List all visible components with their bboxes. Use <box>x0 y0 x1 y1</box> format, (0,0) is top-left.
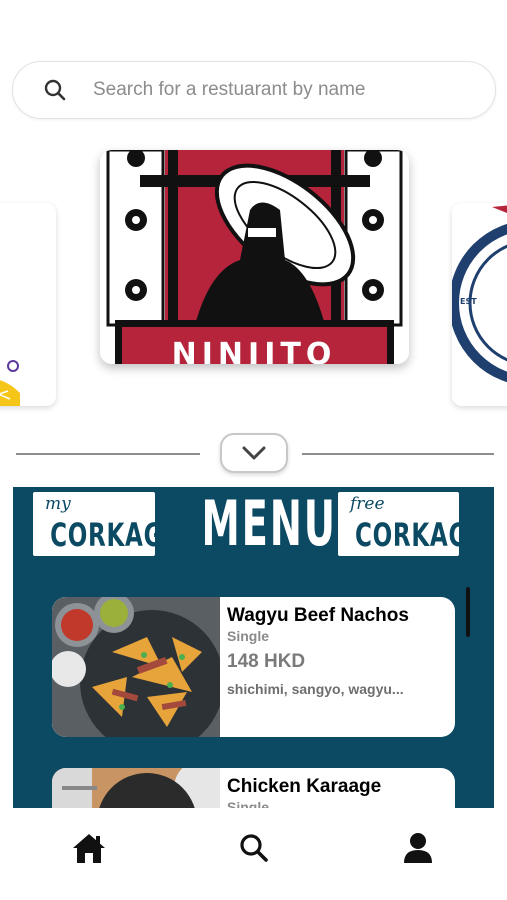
user-icon <box>404 833 432 863</box>
nav-home-button[interactable] <box>71 830 107 866</box>
free-corkage-badge[interactable]: free CORKAGE <box>338 492 485 556</box>
menu-item-image <box>52 597 220 737</box>
menu-item-description: shichimi, sangyo, wagyu... <box>227 681 404 697</box>
menu-item-image <box>52 768 220 808</box>
badge-script-text: my <box>45 494 71 514</box>
menu-title: MENU <box>201 487 337 560</box>
menu-item-price: 148 HKD <box>227 651 306 672</box>
menu-item-card[interactable]: Wagyu Beef Nachos Single 148 HKD shichim… <box>52 597 455 737</box>
menu-panel: my CORKAGE MENU free CORKAGE Wagyu Beef … <box>13 487 494 808</box>
menu-item-size: Single <box>227 628 270 644</box>
restaurant-logo-image: EST <box>452 203 507 406</box>
est-logo-text: EST <box>460 297 477 306</box>
restaurant-logo-image <box>0 203 56 406</box>
divider-left <box>16 453 200 455</box>
menu-item-size: Single <box>227 799 270 808</box>
menu-item-name: Chicken Karaage <box>227 776 382 797</box>
search-icon <box>240 834 268 862</box>
bottom-nav <box>0 808 507 900</box>
badge-big-text: CORKAGE <box>50 516 180 554</box>
ninjito-logo-image: NINJITO <box>100 150 409 364</box>
app-screen: NINJITO EST my CORKAGE MENU free CORKAGE <box>0 0 507 900</box>
divider-right <box>302 453 494 455</box>
menu-item-info: Wagyu Beef Nachos Single 148 HKD shichim… <box>227 605 452 699</box>
restaurant-card-next[interactable]: EST <box>452 203 507 406</box>
menu-item-card[interactable]: Chicken Karaage Single <box>52 768 455 808</box>
badge-script-text: free <box>350 494 385 514</box>
menu-item-info: Chicken Karaage Single <box>227 776 452 808</box>
badge-big-text: CORKAGE <box>354 516 485 554</box>
ninjito-logo-text: NINJITO <box>172 337 337 364</box>
search-bar[interactable] <box>12 61 496 119</box>
menu-item-name: Wagyu Beef Nachos <box>227 605 409 626</box>
menu-scrollbar[interactable] <box>466 587 470 637</box>
expand-menu-button[interactable] <box>220 433 288 473</box>
restaurant-card-previous[interactable] <box>0 203 56 406</box>
nav-profile-button[interactable] <box>400 830 436 866</box>
my-corkage-badge[interactable]: my CORKAGE <box>33 492 180 556</box>
restaurant-card-ninjito[interactable]: NINJITO <box>100 150 409 364</box>
chevron-down-icon <box>242 446 266 460</box>
search-input[interactable] <box>93 79 473 101</box>
nav-search-button[interactable] <box>236 830 272 866</box>
home-icon <box>73 834 105 863</box>
search-icon <box>44 79 66 101</box>
